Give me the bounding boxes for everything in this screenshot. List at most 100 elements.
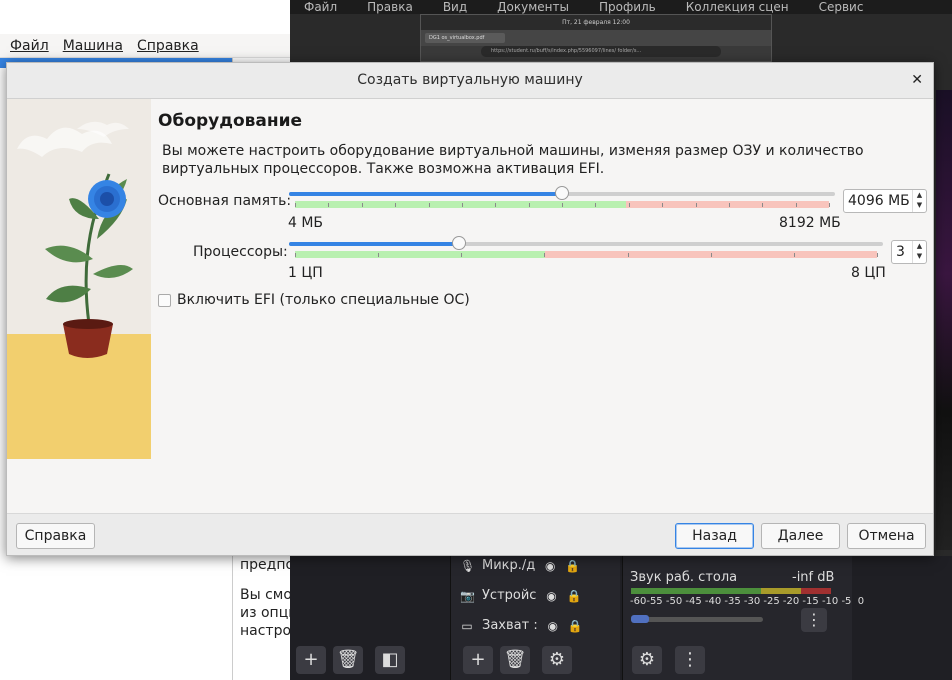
slider-tick [795, 203, 797, 207]
volume-slider[interactable] [631, 615, 763, 623]
source-item[interactable]: 📷 Устройс ◉ 🔒 [460, 588, 581, 603]
remove-source-button[interactable]: 🗑 [500, 646, 530, 674]
page-description: Вы можете настроить оборудование виртуал… [162, 143, 864, 177]
add-source-button[interactable]: + [463, 646, 493, 674]
slider-tick [728, 203, 730, 207]
lock-icon[interactable]: 🔒 [565, 559, 580, 573]
source-item[interactable]: 🎙 Микр./д ◉ 🔒 [460, 558, 580, 573]
slider-tick [762, 203, 764, 207]
slider-tick [829, 203, 830, 207]
cpu-label: Процессоры: [193, 244, 288, 260]
slider-tick [428, 203, 430, 207]
memory-value: 4096 МБ [848, 193, 910, 209]
browser-url: https://student.ru/buff/s/index.php/5596… [481, 46, 721, 57]
slider-tick [544, 253, 546, 257]
source-label: Микр./д [482, 558, 536, 573]
slider-tick [378, 253, 380, 257]
memory-label: Основная память: [158, 193, 292, 209]
obs-menu-item[interactable]: Сервис [819, 0, 864, 14]
memory-max-label: 8192 МБ [779, 215, 841, 231]
slider-tick [877, 253, 878, 257]
vbox-text-line: предпо [240, 557, 295, 573]
slider-tick [295, 203, 296, 207]
monitor-icon: ▭ [461, 618, 473, 633]
slider-tick [662, 203, 664, 207]
lock-icon[interactable]: 🔒 [566, 589, 581, 603]
slider-tick [710, 253, 712, 257]
source-item[interactable]: ▭ Захват : ◉ 🔒 [460, 618, 582, 633]
menu-machine[interactable]: Машина [63, 38, 123, 54]
slider-tick [793, 253, 795, 257]
remove-scene-button[interactable]: 🗑 [333, 646, 363, 674]
obs-menu-item[interactable]: Файл [304, 0, 337, 14]
cpu-slider[interactable] [289, 236, 883, 250]
scene-filter-button[interactable]: ◧ [375, 646, 405, 674]
advanced-audio-button[interactable]: ⚙ [632, 646, 662, 674]
eye-icon[interactable]: ◉ [544, 589, 558, 603]
spin-arrows-icon[interactable]: ▲ ▼ [912, 241, 926, 263]
lock-icon[interactable]: 🔒 [568, 619, 583, 633]
mixer-menu-button[interactable]: ⋮ [801, 608, 827, 632]
browser-preview: Пт, 21 февраля 12:00 DG1 os_virtualbox.p… [420, 14, 772, 62]
slider-tick [495, 203, 497, 207]
cpu-value: 3 [896, 244, 905, 260]
obs-menu-item[interactable]: Вид [443, 0, 467, 14]
cpu-safe-zone [295, 251, 546, 258]
add-scene-button[interactable]: + [296, 646, 326, 674]
vbox-menubar: Файл Машина Справка [0, 34, 290, 58]
browser-clock: Пт, 21 февраля 12:00 [421, 15, 771, 30]
dialog-footer: Справка Назад Далее Отмена [7, 513, 933, 555]
obs-menu-item[interactable]: Коллекция сцен [686, 0, 789, 14]
menu-help[interactable]: Справка [137, 38, 199, 54]
spin-arrows-icon[interactable]: ▲ ▼ [912, 190, 926, 212]
eye-icon[interactable]: ◉ [543, 559, 557, 573]
slider-tick [461, 253, 463, 257]
obs-menu-item[interactable]: Правка [367, 0, 413, 14]
back-button[interactable]: Назад [675, 523, 754, 549]
camera-icon: 📷 [460, 588, 475, 603]
source-settings-button[interactable]: ⚙ [542, 646, 572, 674]
mixer-more-button[interactable]: ⋮ [675, 646, 705, 674]
memory-spinbox[interactable]: 4096 МБ ▲ ▼ [843, 189, 927, 213]
slider-tick [562, 203, 563, 207]
memory-min-label: 4 МБ [288, 215, 324, 231]
slider-tick [395, 203, 397, 207]
volume-knob[interactable] [631, 615, 649, 623]
cancel-button[interactable]: Отмена [847, 523, 926, 549]
memory-slider[interactable] [289, 186, 835, 200]
create-vm-dialog: Создать виртуальную машину ✕ Оборудовани… [6, 62, 934, 556]
close-icon[interactable]: ✕ [911, 63, 923, 98]
mixer-scale: -60-55 -50 -45 -40 -35 -30 -25 -20 -15 -… [630, 596, 865, 607]
obs-menubar: Файл Правка Вид Документы Профиль Коллек… [290, 0, 952, 14]
help-button[interactable]: Справка [16, 523, 95, 549]
cpu-max-label: 8 ЦП [851, 265, 886, 281]
eye-icon[interactable]: ◉ [546, 619, 560, 633]
slider-tick [528, 203, 530, 207]
efi-option[interactable]: Включить EFI (только специальные ОС) [158, 292, 470, 308]
cpu-spinbox[interactable]: 3 ▲ ▼ [891, 240, 927, 264]
browser-tab[interactable]: DG1 os_virtualbox.pdf [425, 33, 505, 43]
next-button[interactable]: Далее [761, 523, 840, 549]
wizard-illustration [7, 99, 151, 459]
browser-tabbar: DG1 os_virtualbox.pdf [421, 30, 771, 46]
efi-checkbox[interactable] [158, 293, 171, 307]
menu-file[interactable]: Файл [10, 38, 49, 54]
source-label: Устройс [482, 588, 537, 603]
vbox-text-line: из опци [240, 605, 298, 621]
plant-illustration [7, 121, 151, 459]
obs-menu-item[interactable]: Профиль [599, 0, 656, 14]
memory-slider-handle[interactable] [555, 186, 569, 200]
obs-menu-item[interactable]: Документы [497, 0, 569, 14]
audio-meter [631, 588, 831, 594]
memory-risk-zone [626, 201, 829, 208]
slider-tick [627, 253, 629, 257]
slider-tick [628, 203, 630, 207]
vbox-text-line: Вы смо [240, 587, 292, 603]
slider-tick [295, 253, 296, 257]
page-heading: Оборудование [158, 111, 303, 131]
mixer-value: -inf dB [792, 570, 835, 585]
cpu-min-label: 1 ЦП [288, 265, 323, 281]
vbox-text-line: настро [240, 623, 292, 639]
cpu-slider-handle[interactable] [451, 236, 466, 250]
slider-tick [695, 203, 697, 207]
